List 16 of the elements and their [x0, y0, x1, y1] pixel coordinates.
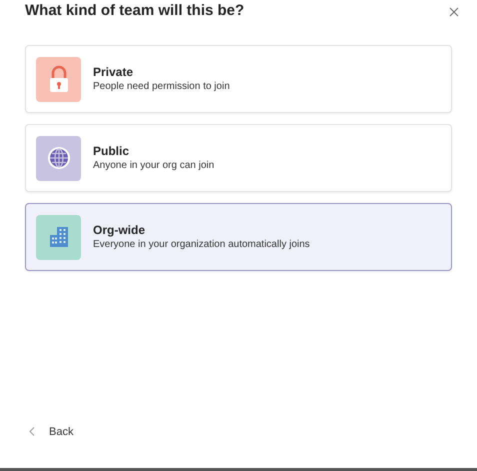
option-description: Everyone in your organization automatically joins — [93, 238, 310, 252]
padlock-icon — [48, 65, 70, 93]
close-button[interactable] — [447, 4, 461, 18]
option-title: Public — [93, 143, 130, 159]
option-description: People need permission to join — [93, 80, 230, 94]
option-title: Org-wide — [93, 222, 146, 238]
dialog-title: What kind of team will this be? — [25, 1, 244, 22]
team-type-card[interactable]: Private People need permission to join — [25, 45, 452, 113]
option-title: Private — [93, 64, 134, 80]
team-type-card[interactable]: Public Anyone in your org can join — [25, 124, 452, 192]
close-icon — [449, 6, 459, 16]
back-button[interactable]: Back — [29, 424, 74, 440]
option-description: Anyone in your org can join — [93, 159, 214, 173]
team-type-card[interactable]: Org-wide Everyone in your organization automatically joins — [25, 203, 452, 271]
globe-icon — [46, 146, 70, 170]
chevron-left-icon — [29, 427, 35, 436]
